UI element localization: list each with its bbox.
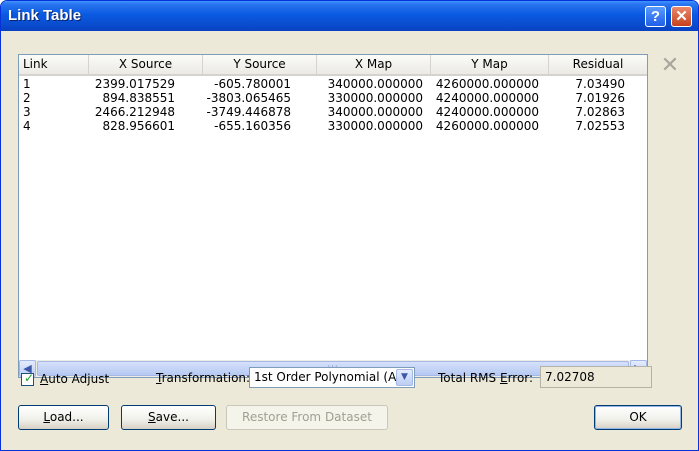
help-button[interactable]: ? xyxy=(645,6,666,27)
cell-x-map: 330000.000000 xyxy=(327,91,423,105)
cell-y-map: 4240000.000000 xyxy=(435,105,539,119)
cell-x-map: 340000.000000 xyxy=(327,77,423,91)
table-row[interactable]: 1 2399.017529 -605.780001 340000.000000 … xyxy=(19,77,647,91)
cell-link: 4 xyxy=(23,119,31,133)
cell-link: 3 xyxy=(23,105,31,119)
auto-adjust-label[interactable]: Auto Adjust xyxy=(40,372,109,386)
column-header-y-map[interactable]: Y Map xyxy=(431,55,549,74)
cell-x-source: 894.838551 xyxy=(102,91,175,105)
cell-residual: 7.03490 xyxy=(575,77,625,91)
restore-from-dataset-button[interactable]: Restore From Dataset xyxy=(226,405,388,430)
window-title: Link Table xyxy=(8,7,82,24)
column-header-x-source[interactable]: X Source xyxy=(89,55,203,74)
cell-y-source: -605.780001 xyxy=(214,77,291,91)
cell-residual: 7.01926 xyxy=(575,91,625,105)
cell-residual: 7.02553 xyxy=(575,119,625,133)
dialog-client-area: Link X Source Y Source X Map Y Map Resid… xyxy=(4,31,695,447)
rms-error-field: 7.02708 xyxy=(540,366,652,388)
cell-y-map: 4260000.000000 xyxy=(435,77,539,91)
cell-x-source: 828.956601 xyxy=(102,119,175,133)
cell-y-map: 4260000.000000 xyxy=(435,119,539,133)
cell-y-source: -655.160356 xyxy=(214,119,291,133)
checkmark-icon: ✓ xyxy=(24,371,35,385)
column-header-residual[interactable]: Residual xyxy=(549,55,647,74)
cell-x-source: 2466.212948 xyxy=(94,105,175,119)
rms-error-label: Total RMS Error: xyxy=(438,371,534,385)
title-bar[interactable]: Link Table ? ✕ xyxy=(1,1,698,31)
transformation-value: 1st Order Polynomial (Affine) xyxy=(254,370,396,384)
close-button[interactable]: ✕ xyxy=(671,6,692,27)
cell-x-source: 2399.017529 xyxy=(94,77,175,91)
cell-y-source: -3749.446878 xyxy=(206,105,292,119)
transformation-select[interactable]: 1st Order Polynomial (Affine) ▼ xyxy=(249,367,415,388)
chevron-down-icon[interactable]: ▼ xyxy=(396,369,413,386)
rms-error-value: 7.02708 xyxy=(545,370,595,384)
column-header-link[interactable]: Link xyxy=(19,55,89,74)
link-table-list[interactable]: Link X Source Y Source X Map Y Map Resid… xyxy=(18,54,648,378)
cell-link: 2 xyxy=(23,91,31,105)
link-table-dialog: Link Table ? ✕ Link X Source Y Source X … xyxy=(0,0,699,451)
ok-button[interactable]: OK xyxy=(594,405,682,430)
transformation-label: Transformation: xyxy=(156,371,251,385)
cell-x-map: 330000.000000 xyxy=(327,119,423,133)
column-header-x-map[interactable]: X Map xyxy=(317,55,431,74)
column-header-y-source[interactable]: Y Source xyxy=(203,55,317,74)
auto-adjust-checkbox[interactable]: ✓ xyxy=(21,371,35,386)
load-button[interactable]: Load... xyxy=(18,405,109,430)
cell-x-map: 340000.000000 xyxy=(327,105,423,119)
column-header: Link X Source Y Source X Map Y Map Resid… xyxy=(19,55,647,76)
table-row[interactable]: 2 894.838551 -3803.065465 330000.000000 … xyxy=(19,91,647,105)
delete-link-icon[interactable]: ✕ xyxy=(658,54,682,78)
cell-residual: 7.02863 xyxy=(575,105,625,119)
cell-link: 1 xyxy=(23,77,31,91)
cell-y-source: -3803.065465 xyxy=(206,91,292,105)
cell-y-map: 4240000.000000 xyxy=(435,91,539,105)
save-button[interactable]: Save... xyxy=(121,405,216,430)
table-row[interactable]: 4 828.956601 -655.160356 330000.000000 4… xyxy=(19,119,647,133)
table-row[interactable]: 3 2466.212948 -3749.446878 340000.000000… xyxy=(19,105,647,119)
